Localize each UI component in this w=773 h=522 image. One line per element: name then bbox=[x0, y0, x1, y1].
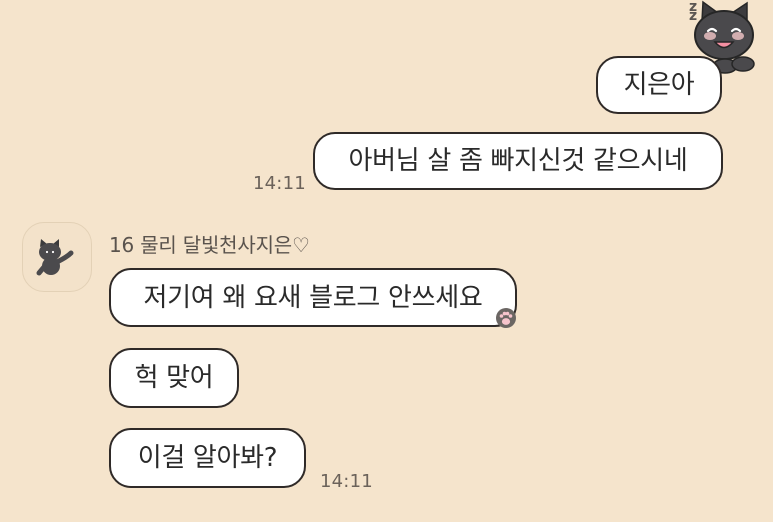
outgoing-timestamp: 14:11 bbox=[253, 173, 306, 194]
message-text: 저기여 왜 요새 블로그 안쓰세요 bbox=[143, 282, 483, 313]
outgoing-message-bubble[interactable]: 지은아 bbox=[596, 56, 722, 114]
outgoing-message-bubble[interactable]: 아버님 살 좀 빠지신것 같으시네 bbox=[313, 132, 723, 190]
sender-name: 16 물리 달빛천사지은♡ bbox=[109, 233, 310, 257]
incoming-message-bubble[interactable]: 저기여 왜 요새 블로그 안쓰세요 bbox=[109, 268, 517, 327]
paw-icon bbox=[494, 306, 518, 330]
sender-avatar[interactable] bbox=[22, 222, 92, 292]
gray-cat-avatar-icon bbox=[36, 239, 74, 276]
incoming-timestamp: 14:11 bbox=[320, 471, 373, 492]
incoming-message-bubble[interactable]: 이걸 알아봐? bbox=[109, 428, 306, 488]
message-text: 지은아 bbox=[623, 70, 695, 100]
incoming-message-bubble[interactable]: 헉 맞어 bbox=[109, 348, 239, 408]
message-text: 헉 맞어 bbox=[134, 363, 214, 393]
sleep-zz-icon: zz bbox=[689, 0, 698, 24]
message-text: 이걸 알아봐? bbox=[137, 443, 278, 473]
message-text: 아버님 살 좀 빠지신것 같으시네 bbox=[348, 146, 688, 176]
